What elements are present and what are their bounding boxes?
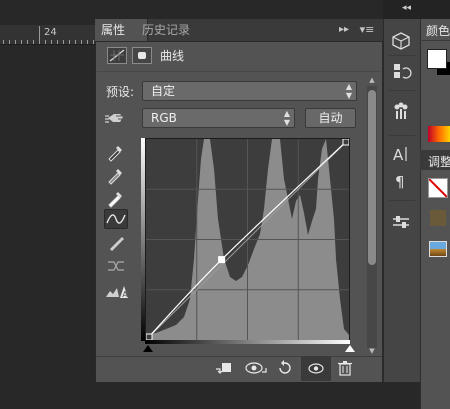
tab-history[interactable]: 历史记录 <box>136 19 216 41</box>
on-image-adjust-icon[interactable] <box>104 108 128 128</box>
document-canvas[interactable] <box>0 45 95 409</box>
white-point-slider[interactable] <box>345 345 355 352</box>
auto-button[interactable]: 自动 <box>305 108 356 128</box>
brushes-icon[interactable] <box>390 101 412 121</box>
clipping-warning-icon[interactable]: A <box>104 282 130 302</box>
color-spectrum-bar[interactable] <box>428 126 450 142</box>
input-gradient-bar <box>145 340 350 344</box>
scrollbar-thumb[interactable] <box>368 90 376 265</box>
smooth-curve-icon[interactable] <box>106 256 126 276</box>
image-adjustment-icon[interactable] <box>429 241 447 257</box>
view-previous-state-icon[interactable] <box>244 360 268 376</box>
adjustment-preset-swatch[interactable] <box>430 210 446 226</box>
no-adjustment-icon[interactable] <box>428 178 448 198</box>
collapse-panel-icon[interactable]: ▸▸ <box>336 21 352 39</box>
svg-text:A: A <box>122 290 128 299</box>
black-point-slider[interactable] <box>143 345 153 352</box>
panel-menu-icon[interactable]: ▾≡ <box>356 21 378 39</box>
ruler-label: 24 <box>44 27 57 38</box>
curves-adjustment-icon <box>107 47 127 64</box>
top-bar <box>0 0 95 25</box>
visibility-eye-icon <box>308 363 324 374</box>
reset-icon[interactable] <box>276 360 294 376</box>
white-point-eyedropper-icon[interactable] <box>106 188 126 208</box>
scroll-up-arrow[interactable]: ▲ <box>367 76 377 86</box>
clip-to-layer-icon[interactable] <box>214 360 234 376</box>
adjustment-title: 曲线 <box>160 49 185 63</box>
channel-dropdown[interactable]: RGB ▲ ▼ <box>142 108 295 128</box>
svg-text:¶: ¶ <box>395 173 405 191</box>
paragraph-icon[interactable]: ¶ <box>390 171 412 191</box>
tool-presets-icon[interactable] <box>390 212 412 232</box>
foreground-color-swatch[interactable] <box>427 49 447 69</box>
dropdown-arrows-icon: ▲ ▼ <box>345 82 352 100</box>
curve-control-point[interactable] <box>342 138 350 146</box>
tab-adjustments[interactable]: 调整 <box>428 153 450 170</box>
character-icon[interactable]: A <box>390 144 412 164</box>
curve-edit-points-icon[interactable] <box>104 209 128 229</box>
layer-mask-icon[interactable] <box>132 47 152 64</box>
curves-graph-svg[interactable] <box>145 138 350 341</box>
delete-trash-icon[interactable] <box>337 360 353 376</box>
visibility-toggle[interactable] <box>301 356 331 381</box>
curve-control-point[interactable] <box>218 256 226 264</box>
history-brush-icon[interactable] <box>390 61 412 81</box>
preset-label: 预设: <box>106 85 135 99</box>
tab-color[interactable]: 颜色 <box>426 22 450 39</box>
pencil-draw-icon[interactable] <box>106 233 126 253</box>
preset-dropdown[interactable]: 自定 ▲ ▼ <box>142 81 357 101</box>
gray-point-eyedropper-icon[interactable] <box>106 165 126 185</box>
horizontal-ruler: 24 <box>0 25 95 45</box>
collapse-dock-icon[interactable]: ◂◂ <box>402 3 411 13</box>
svg-text:A: A <box>393 146 404 164</box>
channel-value: RGB <box>151 111 177 125</box>
header-divider <box>97 71 381 72</box>
black-point-eyedropper-icon[interactable] <box>106 142 126 162</box>
preset-value: 自定 <box>151 84 176 98</box>
color-tab-divider <box>420 40 450 41</box>
curves-graph[interactable] <box>145 138 350 341</box>
3d-icon[interactable] <box>390 31 412 51</box>
dock-header <box>383 0 450 19</box>
dropdown-arrows-icon: ▲ ▼ <box>283 109 290 127</box>
